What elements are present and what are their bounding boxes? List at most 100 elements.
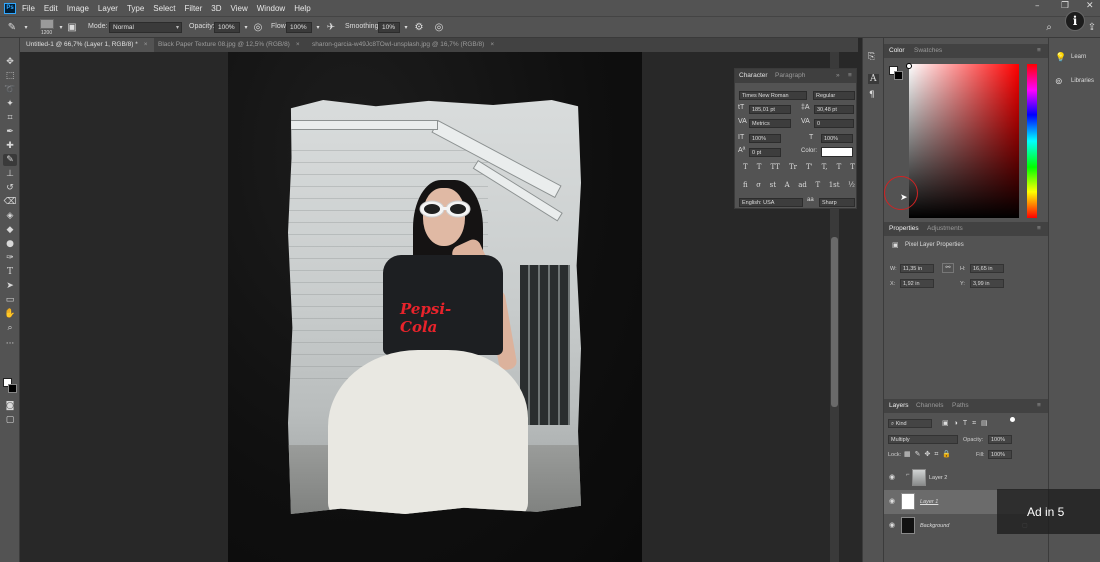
pen-tool-icon[interactable]: ✑ bbox=[3, 252, 17, 264]
leading-field[interactable]: 30,48 pt bbox=[814, 105, 854, 114]
dodge-tool-icon[interactable]: ● bbox=[3, 238, 17, 250]
lightbulb-icon[interactable]: 💡 bbox=[1055, 52, 1066, 63]
tab-properties[interactable]: Properties bbox=[889, 225, 919, 232]
brush-tool-icon[interactable]: ✎ bbox=[6, 22, 18, 34]
height-field[interactable]: 16,65 in bbox=[970, 264, 1004, 273]
tab-channels[interactable]: Channels bbox=[916, 402, 943, 409]
hue-slider[interactable] bbox=[1027, 64, 1037, 218]
eraser-tool-icon[interactable]: ⌫ bbox=[3, 196, 17, 208]
document-canvas[interactable]: Pepsi-Cola bbox=[228, 52, 642, 562]
menu-file[interactable]: File bbox=[22, 4, 35, 13]
faux-bold-button[interactable]: T bbox=[743, 163, 748, 173]
search-icon[interactable]: ⌕ bbox=[1043, 22, 1055, 34]
paint-bucket-tool-icon[interactable]: ◈ bbox=[3, 210, 17, 222]
tab-untitled-1[interactable]: Untitled-1 @ 66,7% (Layer 1, RGB/8) * × bbox=[20, 38, 154, 52]
close-icon[interactable]: × bbox=[490, 41, 494, 48]
discretionary-ligatures-button[interactable]: st bbox=[770, 181, 776, 191]
faux-italic-button[interactable]: T bbox=[757, 163, 762, 173]
visibility-eye-icon[interactable]: ◉ bbox=[889, 473, 895, 481]
visibility-eye-icon[interactable]: ◉ bbox=[889, 497, 895, 505]
screen-mode-icon[interactable]: ▢ bbox=[3, 414, 17, 426]
panel-menu-icon[interactable]: ≡ bbox=[1037, 402, 1041, 409]
menu-filter[interactable]: Filter bbox=[185, 4, 203, 13]
tab-paths[interactable]: Paths bbox=[952, 402, 969, 409]
panel-menu-icon[interactable]: ≡ bbox=[848, 72, 852, 79]
character-panel-icon[interactable]: A bbox=[868, 74, 879, 84]
tab-layers[interactable]: Layers bbox=[889, 402, 909, 409]
menu-layer[interactable]: Layer bbox=[98, 4, 118, 13]
filter-toggle-icon[interactable] bbox=[1010, 417, 1015, 422]
tab-color[interactable]: Color bbox=[889, 47, 905, 54]
menu-3d[interactable]: 3D bbox=[211, 4, 221, 13]
layer-row-layer-2[interactable]: ◉ ⌐ Layer 2 bbox=[884, 466, 1048, 490]
chevron-down-icon[interactable]: ▾ bbox=[312, 22, 324, 34]
close-icon[interactable]: ✕ bbox=[1086, 1, 1094, 11]
crop-tool-icon[interactable]: ⌗ bbox=[3, 112, 17, 124]
gear-icon[interactable]: ⚙ bbox=[413, 22, 425, 34]
zoom-tool-icon[interactable]: ⌕ bbox=[3, 322, 17, 334]
font-family-select[interactable]: Times New Roman bbox=[739, 91, 807, 100]
swash-button[interactable]: A bbox=[785, 181, 790, 191]
old-style-button[interactable]: σ bbox=[756, 181, 761, 191]
learn-label[interactable]: Learn bbox=[1071, 54, 1086, 60]
tracking-field[interactable]: 0 bbox=[814, 119, 854, 128]
layer-filter-select[interactable]: ⌕ Kind bbox=[888, 419, 932, 428]
horizontal-scale-field[interactable]: 100% bbox=[821, 134, 853, 143]
blur-tool-icon[interactable]: ◆ bbox=[3, 224, 17, 236]
brush-preset-thumbnail[interactable] bbox=[40, 19, 54, 29]
panel-menu-icon[interactable]: ≡ bbox=[1037, 47, 1041, 54]
color-picker-handle[interactable] bbox=[906, 63, 912, 69]
scrollbar-thumb[interactable] bbox=[831, 237, 838, 407]
tab-paragraph[interactable]: Paragraph bbox=[775, 72, 805, 79]
eyedropper-tool-icon[interactable]: ✒ bbox=[3, 126, 17, 138]
width-field[interactable]: 11,35 in bbox=[900, 264, 934, 273]
kerning-field[interactable]: Metrics bbox=[749, 119, 791, 128]
fill-field[interactable]: 100% bbox=[988, 450, 1012, 459]
smoothing-field[interactable]: 10% bbox=[378, 22, 400, 33]
link-icon[interactable]: ⚯ bbox=[942, 263, 954, 273]
x-field[interactable]: 1,92 in bbox=[900, 279, 934, 288]
healing-brush-tool-icon[interactable]: ✚ bbox=[3, 140, 17, 152]
flow-field[interactable]: 100% bbox=[286, 22, 312, 33]
quick-selection-tool-icon[interactable]: ✦ bbox=[3, 98, 17, 110]
all-caps-button[interactable]: TT bbox=[770, 163, 779, 173]
path-selection-tool-icon[interactable]: ➤ bbox=[3, 280, 17, 292]
restore-icon[interactable]: ❐ bbox=[1061, 1, 1069, 11]
move-tool-icon[interactable]: ✥ bbox=[3, 56, 17, 68]
brush-settings-icon[interactable]: ▣ bbox=[66, 22, 78, 34]
ordinals-button[interactable]: 1st bbox=[829, 181, 840, 191]
brush-tool-icon[interactable]: ✎ bbox=[3, 154, 17, 166]
lock-icons[interactable]: ▦✎✥⌗🔒 bbox=[904, 450, 955, 459]
font-size-field[interactable]: 185,01 pt bbox=[749, 105, 791, 114]
pressure-opacity-icon[interactable]: ◎ bbox=[252, 22, 264, 34]
opacity-field[interactable]: 100% bbox=[214, 22, 240, 33]
blend-mode-select[interactable]: Multiply bbox=[888, 435, 958, 444]
canvas-area[interactable]: Pepsi-Cola bbox=[20, 52, 850, 562]
share-icon[interactable]: ⇪ bbox=[1086, 22, 1098, 34]
menu-image[interactable]: Image bbox=[67, 4, 89, 13]
collapse-icon[interactable]: » bbox=[836, 72, 840, 79]
menu-select[interactable]: Select bbox=[153, 4, 175, 13]
menu-edit[interactable]: Edit bbox=[44, 4, 58, 13]
underline-button[interactable]: T bbox=[837, 163, 842, 173]
info-icon[interactable]: i bbox=[1065, 11, 1085, 31]
close-icon[interactable]: × bbox=[144, 41, 148, 48]
background-color-swatch[interactable] bbox=[8, 384, 17, 393]
pressure-size-icon[interactable]: ◎ bbox=[433, 22, 445, 34]
text-color-swatch[interactable] bbox=[821, 147, 853, 157]
hand-tool-icon[interactable]: ✋ bbox=[3, 308, 17, 320]
stylistic-alternates-button[interactable]: ad bbox=[798, 181, 807, 191]
quick-mask-icon[interactable]: ◙ bbox=[3, 400, 17, 412]
baseline-shift-field[interactable]: 0 pt bbox=[749, 148, 781, 157]
chevron-down-icon[interactable]: ▾ bbox=[400, 22, 412, 34]
background-color-swatch[interactable] bbox=[894, 71, 903, 80]
tab-sharon-garcia[interactable]: sharon-garcia-w49Jc8TOwI-unsplash.jpg @ … bbox=[306, 38, 500, 52]
clone-stamp-tool-icon[interactable]: ⊥ bbox=[3, 168, 17, 180]
minimize-icon[interactable]: – bbox=[1035, 1, 1040, 11]
type-tool-icon[interactable]: T bbox=[3, 266, 17, 278]
shape-tool-icon[interactable]: ▭ bbox=[3, 294, 17, 306]
paragraph-panel-icon[interactable]: ¶ bbox=[869, 90, 875, 100]
tab-swatches[interactable]: Swatches bbox=[914, 47, 942, 54]
antialias-select[interactable]: Sharp bbox=[819, 198, 855, 207]
small-caps-button[interactable]: Tr bbox=[789, 163, 797, 173]
